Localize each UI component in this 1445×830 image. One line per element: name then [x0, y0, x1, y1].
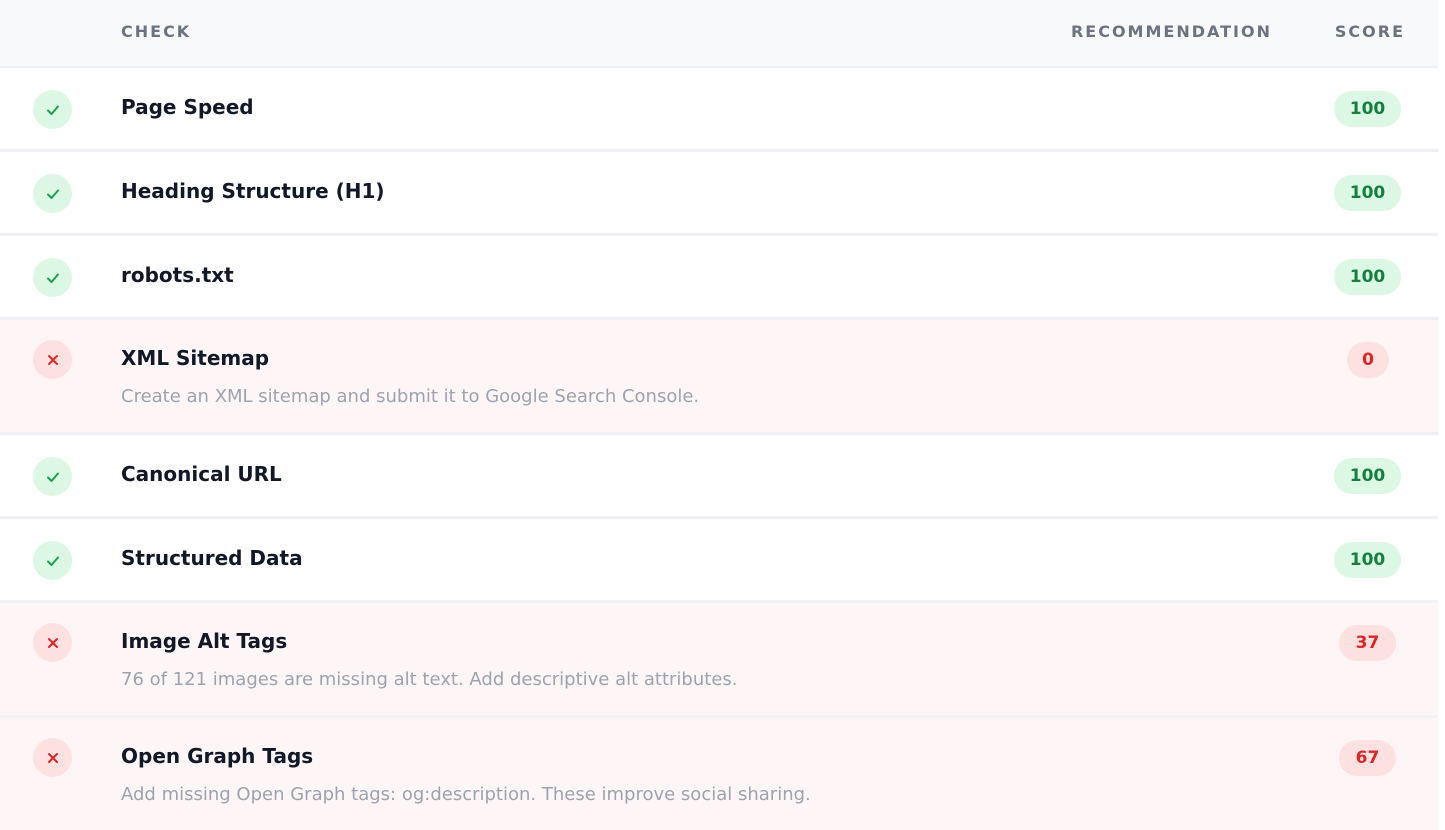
score-badge: 0: [1347, 342, 1389, 378]
x-icon: [33, 738, 72, 777]
score-badge: 100: [1334, 175, 1401, 211]
table-row: Open Graph Tags Add missing Open Graph t…: [0, 718, 1438, 830]
table-row: Image Alt Tags 76 of 121 images are miss…: [0, 603, 1438, 718]
check-icon: [33, 457, 72, 496]
score-badge: 100: [1334, 458, 1401, 494]
table-row: Structured Data 100: [0, 519, 1438, 603]
check-title: robots.txt: [121, 263, 234, 287]
recommendation-text: Create an XML sitemap and submit it to G…: [121, 386, 700, 407]
column-header-score: SCORE: [1334, 22, 1405, 41]
x-icon: [33, 340, 72, 379]
score-badge: 100: [1334, 259, 1401, 295]
seo-checks-table: CHECK RECOMMENDATION SCORE Page Speed 10…: [0, 0, 1438, 830]
check-title: Structured Data: [121, 546, 303, 570]
check-title: Open Graph Tags: [121, 744, 314, 768]
table-row: Page Speed 100: [0, 68, 1438, 152]
check-icon: [33, 541, 72, 580]
score-badge: 100: [1334, 542, 1401, 578]
score-badge: 100: [1334, 91, 1401, 127]
score-badge: 37: [1339, 625, 1396, 661]
table-row: Canonical URL 100: [0, 435, 1438, 519]
table-row: Heading Structure (H1) 100: [0, 152, 1438, 236]
column-header-recommendation: RECOMMENDATION: [1070, 22, 1272, 41]
check-title: Canonical URL: [121, 462, 282, 486]
check-icon: [33, 174, 72, 213]
recommendation-text: Add missing Open Graph tags: og:descript…: [121, 784, 811, 805]
column-header-check: CHECK: [121, 22, 192, 41]
check-title: XML Sitemap: [121, 346, 270, 370]
check-icon: [33, 90, 72, 129]
check-title: Heading Structure (H1): [121, 179, 385, 203]
x-icon: [33, 623, 72, 662]
table-row: robots.txt 100: [0, 236, 1438, 320]
table-header: CHECK RECOMMENDATION SCORE: [0, 0, 1438, 68]
check-title: Page Speed: [121, 95, 254, 119]
check-title: Image Alt Tags: [121, 629, 288, 653]
check-icon: [33, 258, 72, 297]
score-badge: 67: [1339, 740, 1396, 776]
recommendation-text: 76 of 121 images are missing alt text. A…: [121, 669, 738, 690]
table-row: XML Sitemap Create an XML sitemap and su…: [0, 320, 1438, 435]
